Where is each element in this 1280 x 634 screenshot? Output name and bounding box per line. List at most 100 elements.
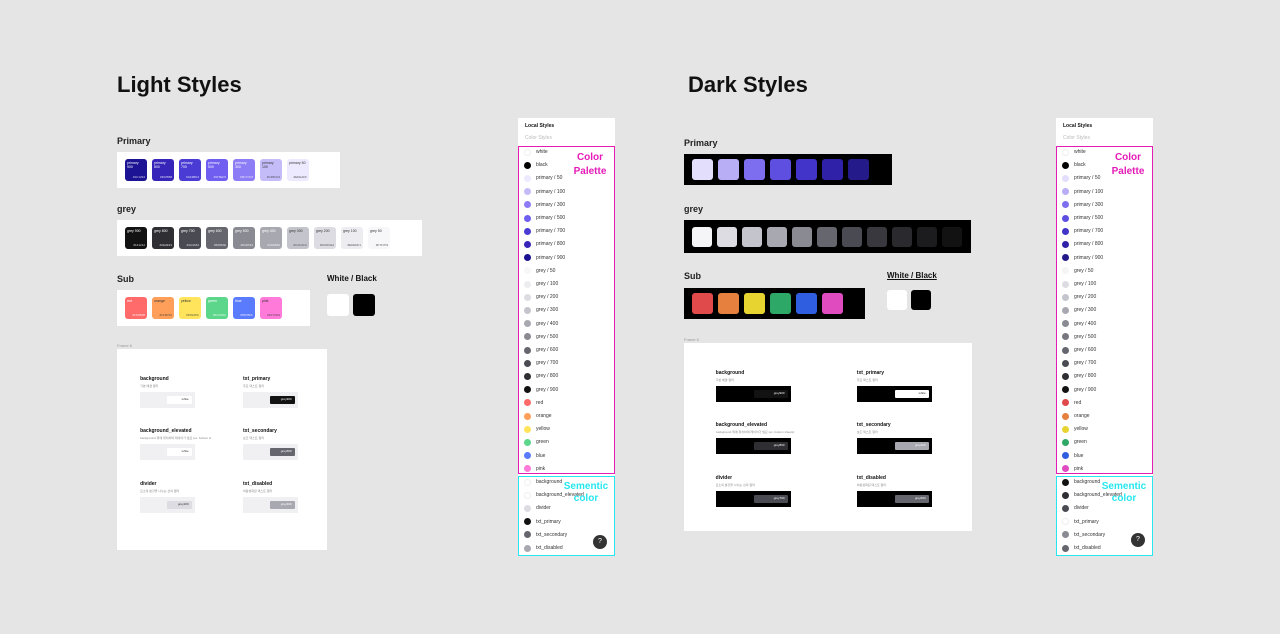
semantic-title: txt_primary [243,376,271,382]
color-swatch [822,293,843,314]
color-swatch [867,226,887,247]
semantic-description: background 위에 위치하며 레이어가 필요 (ex. bottom s… [140,436,212,440]
semantic-description: 요소의 분할을 나누는 선의 컬러 [140,489,180,493]
semantic-demo-label: grey400 [914,443,926,447]
dark-styles-title: Dark Styles [688,72,808,97]
semantic-title: txt_disabled [243,481,273,487]
color-swatch [770,293,791,314]
color-swatch [796,159,817,180]
dark-grey-strip [684,220,971,253]
semantic-demo-label: white [918,391,926,395]
color-swatch: grey 500 #8A8A93 [233,227,255,249]
semantic-demo: grey400 [243,497,298,513]
color-swatch: green #5CD68A [206,297,228,319]
dark-sub-strip [684,288,865,319]
color-swatch [718,293,739,314]
swatch-name: grey 800 [154,229,168,233]
semantic-demo-label: grey400 [280,502,292,506]
color-swatch: primary 300 #8C7CF6 [233,159,255,181]
semantic-demo: grey600 [856,491,932,507]
swatch-name: primary 100 [262,161,274,170]
semantic-demo: white [140,444,195,460]
dark-help-button[interactable]: ? [1131,533,1145,547]
semantic-demo-label: white [181,449,189,453]
semantic-demo-chip: grey400 [270,501,295,509]
color-swatch [822,159,843,180]
light-frame-label: Frame 6 [117,343,132,348]
swatch-hex: #5CD68A [212,313,226,318]
semantic-item: txt_primary 주요 텍스트 컬러 grey900 [243,376,314,408]
dark-sub-title: Sub [684,271,701,281]
semantic-demo: grey900 [715,386,791,402]
swatch-name: primary 900 [127,161,139,170]
dark-primary-strip [684,154,892,185]
light-color-palette-note: Color Palette [573,152,607,177]
semantic-demo-chip: white [167,396,192,404]
semantic-item: txt_disabled 비활성화된 텍스트 컬러 grey400 [243,481,314,513]
light-help-button[interactable]: ? [593,535,607,549]
color-swatch [718,159,739,180]
swatch-hex: #FFE45C [186,313,199,318]
color-swatch: primary 100 #C4BCF9 [260,159,282,181]
semantic-description: 보조 텍스트 컬러 [856,430,878,434]
semantic-title: divider [715,475,733,481]
swatch-name: grey 500 [235,229,249,233]
swatch-hex: #EDEDF1 [347,243,361,248]
swatch-name: primary 50 [289,161,306,165]
color-swatch: grey 50 #F7F7F9 [368,227,390,249]
color-swatch: grey 700 #4A4A52 [179,227,201,249]
color-swatch: grey 800 #2E2E33 [152,227,174,249]
light-color-palette-highlight [518,146,615,474]
semantic-demo-chip: grey600 [270,448,295,456]
dark-white-black-title: White / Black [887,271,937,280]
dark-black-swatch [911,290,931,310]
color-swatch [767,226,787,247]
semantic-item: txt_secondary 보조 텍스트 컬러 grey600 [243,428,314,460]
semantic-demo: grey700 [715,491,791,507]
swatch-hex: #EDEAFF [293,175,307,180]
color-swatch [792,226,812,247]
light-primary-strip: primary 900 #1C1294 primary 800 #3625B8 prim… [117,152,340,188]
semantic-title: txt_secondary [856,422,891,428]
semantic-demo-label: grey900 [280,397,292,401]
semantic-demo-chip: grey900 [753,390,788,398]
swatch-hex: #FF7AD9 [267,313,280,318]
light-white-swatch [327,294,349,316]
semantic-item: divider 요소의 분할을 나누는 선의 컬러 grey700 [715,475,814,507]
light-sub-title: Sub [117,274,134,284]
color-swatch [692,159,713,180]
light-sub-strip: red #FF6B6B orange #FF9F5A yellow #FFE45C gree… [117,290,310,326]
light-grey-strip: grey 900 #121212 grey 800 #2E2E33 grey 700 #4… [117,220,422,256]
swatch-hex: #3625B8 [159,175,172,180]
swatch-hex: #8A8A93 [240,243,253,248]
semantic-demo-label: white [181,397,189,401]
semantic-description: 기본 배경 컬러 [140,384,159,388]
swatch-name: pink [262,299,269,303]
color-swatch [692,226,712,247]
semantic-title: background_elevated [715,422,768,428]
semantic-item: background_elevated background 위에 위치하며 레이… [140,428,212,460]
semantic-demo-chip: grey700 [753,495,788,503]
swatch-name: grey 50 [370,229,382,233]
swatch-name: grey 300 [289,229,303,233]
semantic-item: background 기본 배경 컬러 grey900 [715,370,814,402]
color-swatch [744,293,765,314]
semantic-description: 주요 텍스트 컬러 [243,384,264,388]
semantic-demo-chip: grey600 [894,495,929,503]
light-white-black-title: White / Black [327,274,377,283]
color-swatch [692,293,713,314]
dark-primary-title: Primary [684,138,718,148]
swatch-name: grey 200 [316,229,330,233]
semantic-item: background_elevated background 위에 위치하며 레이… [715,422,814,454]
semantic-demo: white [856,386,932,402]
color-swatch [817,226,837,247]
swatch-name: primary 700 [181,161,193,170]
semantic-demo-label: grey800 [773,443,785,447]
swatch-hex: #66666E [213,243,226,248]
color-swatch: grey 600 #66666E [206,227,228,249]
dark-grey-title: grey [684,204,704,214]
swatch-name: primary 300 [235,161,247,170]
swatch-hex: #FF6B6B [132,313,145,318]
semantic-title: divider [140,481,157,487]
semantic-description: 비활성화된 텍스트 컬러 [243,489,273,493]
